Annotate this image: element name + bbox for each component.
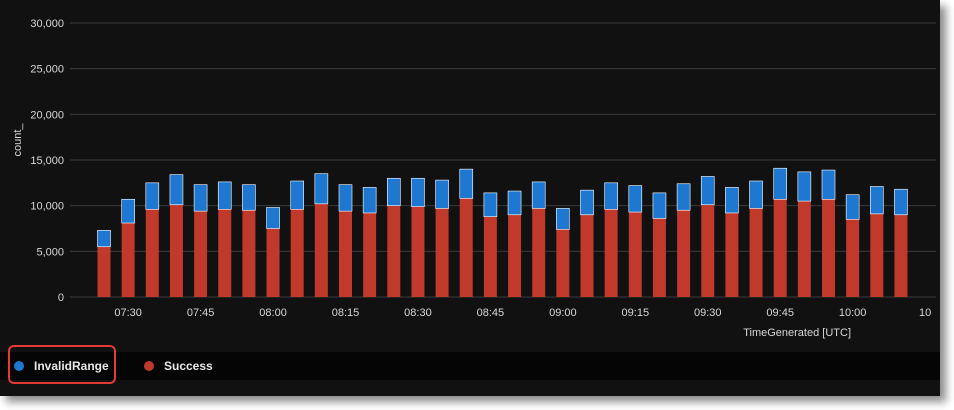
- legend: InvalidRange Success: [0, 352, 940, 380]
- bar-invalidrange[interactable]: [507, 190, 522, 216]
- bar-success[interactable]: [677, 210, 691, 297]
- legend-item-success[interactable]: Success: [144, 358, 213, 374]
- bar-invalidrange[interactable]: [821, 169, 836, 200]
- chart-panel: 0 5,000 10,000 15,000 20,000 25,000 30,000 07:…: [0, 0, 940, 396]
- bar-success[interactable]: [242, 210, 256, 297]
- y-tick-label: 25,000: [30, 64, 64, 76]
- bar-success[interactable]: [532, 208, 546, 297]
- bar-success[interactable]: [822, 199, 835, 297]
- bar-success[interactable]: [628, 212, 642, 297]
- bar-success[interactable]: [508, 214, 522, 297]
- y-axis-label: count_: [12, 123, 24, 157]
- bar-success[interactable]: [749, 208, 763, 297]
- legend-label-success: Success: [164, 359, 213, 373]
- bar-invalidrange[interactable]: [217, 181, 232, 210]
- bar-success[interactable]: [169, 204, 183, 297]
- bar-success[interactable]: [435, 208, 449, 297]
- bar-success[interactable]: [773, 199, 787, 297]
- bar-success[interactable]: [652, 218, 666, 297]
- bar-invalidrange[interactable]: [459, 168, 474, 199]
- bar-invalidrange[interactable]: [773, 167, 788, 200]
- bar-success[interactable]: [894, 214, 908, 297]
- bar-invalidrange[interactable]: [362, 187, 377, 214]
- bar-invalidrange[interactable]: [676, 183, 691, 211]
- x-tick-label: 08:15: [332, 307, 360, 319]
- bar-success[interactable]: [701, 204, 715, 297]
- bar-success[interactable]: [604, 209, 618, 297]
- bar-success[interactable]: [314, 203, 328, 297]
- bar-invalidrange[interactable]: [628, 185, 643, 213]
- bar-invalidrange[interactable]: [314, 173, 329, 205]
- bar-invalidrange[interactable]: [749, 180, 763, 209]
- bar-invalidrange[interactable]: [193, 184, 208, 212]
- bar-invalidrange[interactable]: [242, 184, 256, 211]
- x-tick-label: 08:30: [404, 307, 432, 319]
- y-tick-label: 15,000: [30, 155, 64, 167]
- bar-invalidrange[interactable]: [169, 174, 184, 206]
- bar-invalidrange[interactable]: [725, 187, 739, 214]
- bar-invalidrange[interactable]: [531, 181, 546, 209]
- x-tick-label: 08:00: [259, 307, 287, 319]
- bar-success[interactable]: [725, 212, 739, 297]
- bar-invalidrange[interactable]: [121, 198, 135, 224]
- x-tick-label: 09:45: [766, 307, 794, 319]
- x-tick-label: 09:15: [622, 307, 650, 319]
- legend-highlight-box: [8, 345, 116, 384]
- stacked-bar-chart: 0 5,000 10,000 15,000 20,000 25,000 30,000 07:…: [12, 18, 936, 339]
- bar-success[interactable]: [483, 216, 497, 297]
- bar-invalidrange[interactable]: [338, 184, 353, 212]
- bar-success[interactable]: [556, 229, 570, 297]
- bar-invalidrange[interactable]: [290, 180, 305, 210]
- bar-success[interactable]: [121, 223, 135, 297]
- bar-success[interactable]: [97, 246, 111, 297]
- bar-invalidrange[interactable]: [580, 189, 594, 216]
- bar-success[interactable]: [266, 228, 280, 298]
- bar-invalidrange[interactable]: [483, 192, 498, 217]
- x-tick-label: 09:00: [549, 307, 577, 319]
- bar-success[interactable]: [339, 211, 352, 297]
- bar-success[interactable]: [846, 219, 860, 297]
- bar-invalidrange[interactable]: [894, 188, 908, 216]
- bar-invalidrange[interactable]: [97, 230, 111, 248]
- bar-success[interactable]: [194, 211, 208, 297]
- x-axis-label: TimeGenerated [UTC]: [743, 327, 851, 339]
- bar-success[interactable]: [218, 209, 232, 297]
- bar-success[interactable]: [363, 212, 377, 297]
- bar-invalidrange[interactable]: [700, 176, 715, 206]
- bar-invalidrange[interactable]: [652, 192, 667, 219]
- bar-invalidrange[interactable]: [869, 186, 884, 215]
- y-tick-label: 5,000: [36, 246, 64, 258]
- x-tick-label: 07:30: [114, 307, 142, 319]
- legend-swatch-success-icon: [144, 361, 154, 371]
- x-tick-label: 10:00: [839, 307, 867, 319]
- y-tick-label: 30,000: [30, 18, 64, 30]
- bar-invalidrange[interactable]: [845, 194, 860, 220]
- x-tick-label: 09:30: [694, 307, 722, 319]
- bar-success[interactable]: [411, 206, 425, 297]
- bar-invalidrange[interactable]: [266, 207, 280, 229]
- bar-invalidrange[interactable]: [556, 208, 570, 230]
- bar-success[interactable]: [145, 209, 159, 297]
- x-tick-label: 10: [919, 307, 931, 319]
- bar-success[interactable]: [797, 201, 811, 297]
- bar-invalidrange[interactable]: [386, 177, 401, 206]
- bar-success[interactable]: [387, 205, 401, 297]
- bar-success[interactable]: [290, 209, 304, 297]
- bar-invalidrange[interactable]: [145, 182, 160, 210]
- bar-invalidrange[interactable]: [435, 179, 449, 209]
- bar-success[interactable]: [459, 198, 473, 297]
- bar-success[interactable]: [580, 214, 594, 297]
- bar-invalidrange[interactable]: [604, 182, 618, 210]
- y-tick-label: 10,000: [30, 201, 64, 213]
- bar-success[interactable]: [870, 213, 884, 297]
- y-tick-label: 0: [58, 292, 64, 304]
- bar-invalidrange[interactable]: [411, 177, 425, 207]
- bar-invalidrange[interactable]: [797, 171, 812, 202]
- y-tick-label: 20,000: [30, 109, 64, 121]
- x-tick-label: 07:45: [187, 307, 215, 319]
- x-tick-label: 08:45: [477, 307, 505, 319]
